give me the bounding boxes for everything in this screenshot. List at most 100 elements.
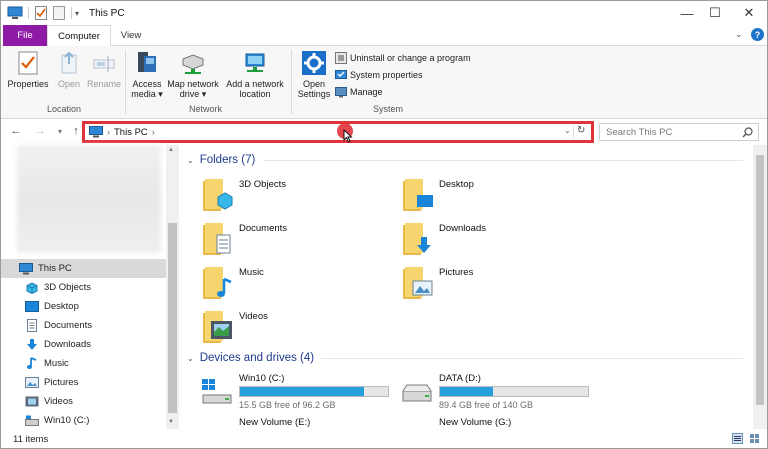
tab-view[interactable]: View (111, 25, 151, 46)
collapse-chevron-icon[interactable]: ⌄ (187, 354, 194, 363)
settings-gear-icon (300, 49, 328, 77)
toolbar-divider (71, 7, 72, 19)
network-drive-icon (179, 49, 207, 77)
sidebar-item-label: Downloads (44, 339, 91, 350)
pc-icon[interactable] (7, 5, 23, 21)
sidebar-item-videos[interactable]: Videos (1, 392, 166, 411)
map-drive-label: Map network (167, 79, 219, 89)
collapse-ribbon-chevron-icon[interactable]: ⌄ (735, 29, 743, 40)
folders-group-header[interactable]: ⌄ Folders (7) (187, 152, 255, 168)
rename-button[interactable]: Rename (87, 49, 121, 89)
search-box[interactable]: Search This PC (599, 123, 759, 141)
scroll-down-arrow-icon[interactable]: ▼ (168, 419, 174, 425)
sidebar-item-label: 3D Objects (44, 282, 91, 293)
sidebar-item-this-pc[interactable]: This PC (1, 259, 166, 278)
open-icon (55, 49, 83, 77)
drive-data-d[interactable]: DATA (D:) 89.4 GB free of 140 GB (401, 373, 601, 413)
properties-button[interactable]: Properties (7, 49, 49, 89)
drive-usage-bar (439, 386, 589, 397)
maximize-button[interactable]: ☐ (699, 1, 731, 25)
sidebar-item-3d-objects[interactable]: 3D Objects (1, 278, 166, 297)
system-properties-button[interactable]: System properties (335, 68, 423, 82)
windows-drive-icon (202, 379, 232, 404)
map-network-drive-button[interactable]: Map network drive ▾ (165, 49, 221, 99)
breadcrumb-chevron-icon[interactable]: › (107, 127, 110, 137)
help-icon[interactable]: ? (751, 28, 764, 41)
scroll-up-arrow-icon[interactable]: ▲ (168, 147, 174, 153)
address-divider (573, 126, 574, 138)
address-history-chevron-icon[interactable]: ⌄ (564, 126, 571, 135)
rename-label: Rename (86, 79, 122, 89)
uninstall-program-button[interactable]: Uninstall or change a program (335, 51, 471, 65)
devices-group-header[interactable]: ⌄ Devices and drives (4) (187, 350, 314, 366)
close-button[interactable]: ✕ (733, 1, 765, 25)
pc-icon (19, 262, 33, 275)
ribbon: Properties Open Rename Location Access m… (1, 46, 767, 119)
content-scrollbar-thumb[interactable] (756, 155, 764, 405)
sidebar-item-label: Videos (44, 396, 73, 407)
folder-downloads[interactable]: Downloads (401, 219, 601, 259)
location-group-label: Location (47, 104, 82, 114)
sidebar-item-pictures[interactable]: Pictures (1, 373, 166, 392)
title-bar: ▾ This PC — ☐ ✕ (1, 1, 767, 25)
breadcrumb-chevron-icon[interactable]: › (152, 127, 155, 137)
add-location-label-2: location (239, 89, 271, 99)
sidebar-item-win10-c[interactable]: Win10 (C:) (1, 411, 166, 430)
sidebar-item-desktop[interactable]: Desktop (1, 297, 166, 316)
properties-quick-icon[interactable] (35, 5, 47, 21)
drive-usage-fill (440, 387, 494, 396)
sidebar-scrollbar-thumb[interactable] (168, 223, 177, 413)
search-input[interactable]: Search This PC (606, 127, 740, 138)
folder-3d-objects[interactable]: 3D Objects (201, 175, 401, 215)
tab-file[interactable]: File (3, 25, 47, 46)
collapse-chevron-icon[interactable]: ⌄ (187, 156, 194, 165)
folder-desktop[interactable]: Desktop (401, 175, 601, 215)
breadcrumb-this-pc[interactable]: This PC (114, 127, 148, 138)
back-arrow-icon[interactable]: ← (9, 124, 23, 138)
add-network-location-button[interactable]: Add a network location (223, 49, 287, 99)
drive-win10-c[interactable]: Win10 (C:) 15.5 GB free of 96.2 GB (201, 373, 401, 413)
tab-computer[interactable]: Computer (47, 25, 111, 47)
properties-label: Properties (7, 79, 49, 89)
explorer-window: ▾ This PC — ☐ ✕ File Computer View ⌄ ? P… (0, 0, 768, 449)
ribbon-tabs: File Computer View ⌄ ? (1, 25, 767, 47)
drive-free-space: 89.4 GB free of 140 GB (439, 400, 534, 410)
volume-g[interactable]: New Volume (G:) (439, 417, 511, 428)
recent-locations-chevron-icon[interactable]: ▾ (53, 124, 67, 138)
map-drive-label-2: drive ▾ (179, 89, 207, 99)
access-media-button[interactable]: Access media ▾ (129, 49, 165, 99)
rename-icon (90, 49, 118, 77)
sidebar-item-documents[interactable]: Documents (1, 316, 166, 335)
search-icon[interactable] (740, 125, 754, 139)
documents-icon (25, 319, 39, 332)
open-button[interactable]: Open (55, 49, 83, 89)
navigation-pane: This PC 3D Objects Desktop Documents Dow… (1, 145, 179, 429)
folder-documents[interactable]: Documents (201, 219, 401, 259)
folder-music[interactable]: Music (201, 263, 401, 303)
large-icons-view-icon[interactable] (749, 433, 760, 444)
volume-e[interactable]: New Volume (E:) (239, 417, 310, 428)
window-title: This PC (89, 8, 125, 19)
open-settings-button[interactable]: Open Settings (295, 49, 333, 99)
customize-toolbar-chevron-icon[interactable]: ▾ (75, 5, 79, 21)
open-settings-label-2: Settings (297, 89, 331, 99)
folder-label: Downloads (439, 223, 486, 234)
folder-pictures[interactable]: Pictures (401, 263, 601, 303)
folder-label: Music (239, 267, 264, 278)
sidebar-item-music[interactable]: Music (1, 354, 166, 373)
sidebar-item-downloads[interactable]: Downloads (1, 335, 166, 354)
add-location-label: Add a network (226, 79, 284, 89)
manage-label: Manage (350, 87, 383, 97)
refresh-icon[interactable]: ↻ (577, 125, 585, 136)
details-view-icon[interactable] (732, 433, 743, 444)
network-group-label: Network (189, 104, 223, 114)
forward-arrow-icon[interactable]: → (33, 124, 47, 138)
folder-label: Videos (239, 311, 268, 322)
up-arrow-icon[interactable]: ↑ (69, 124, 83, 138)
sidebar-item-label: Desktop (44, 301, 79, 312)
cube-icon (25, 281, 39, 294)
manage-button[interactable]: Manage (335, 85, 383, 99)
new-folder-quick-icon[interactable] (53, 5, 65, 21)
sidebar-item-label: This PC (38, 263, 72, 274)
folder-videos[interactable]: Videos (201, 307, 401, 347)
